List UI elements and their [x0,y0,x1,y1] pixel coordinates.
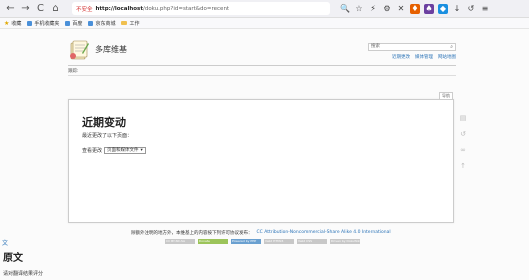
page-icon[interactable]: ▤ [459,114,467,122]
badge-css[interactable]: Valid CSS [297,239,327,244]
insecure-warning: 不安全 [76,6,93,13]
license-link[interactable]: CC Attribution-Noncommercial-Share Alike… [257,230,391,236]
bookmark-jd[interactable]: 京东商城 [88,20,115,27]
header-divider [68,65,456,66]
extensions-icon[interactable]: ⚙ [382,4,392,14]
badge-dokuwiki[interactable]: Driven by DokuWiki [330,239,360,244]
filter-label: 查看更改 [82,148,103,154]
page-tools: ▤ ↺ ∞ ↑ [459,114,467,170]
reload-icon[interactable]: C [34,2,47,15]
filter-select[interactable]: 页面和媒体文件 ▾ [104,147,146,154]
back-icon[interactable]: ← [4,2,17,15]
site-title[interactable]: 多库维基 [95,44,127,55]
badge-cc[interactable]: CC BY-NC-SA [165,239,195,244]
menu-icon[interactable]: ≡ [480,4,490,14]
link-sitemap[interactable]: 网站地图 [438,54,456,60]
link-media-manager[interactable]: 媒体管理 [415,54,433,60]
content-tab[interactable]: 导航 [439,92,453,100]
page-description: 最近更改了以下页面： [82,133,133,139]
zoom-icon[interactable]: 🔍 [340,4,350,14]
search-input[interactable]: 搜索 ⌕ [368,43,456,51]
badge-php[interactable]: Powered by PHP [231,239,261,244]
badge-donate[interactable]: Donate [198,239,228,244]
undo-icon[interactable]: ↺ [466,4,476,14]
site-icon [65,20,71,26]
link-recent-changes[interactable]: 近期更改 [392,54,410,60]
site-icon [27,20,33,26]
forward-icon[interactable]: → [19,2,32,15]
url-host: http://localhost [95,5,143,12]
download-icon[interactable]: ↓ [452,4,462,14]
changes-filter: 查看更改 页面和媒体文件 ▾ [82,147,146,154]
vpn-icon[interactable]: ✕ [396,4,406,14]
url-path: /doku.php?id=start&do=recent [142,5,230,12]
chevron-down-icon: ▾ [140,148,143,153]
address-bar[interactable]: 不安全 http://localhost /doku.php?id=start&… [72,2,330,15]
page-title: 近期变动 [82,116,126,129]
star-icon: ★ [4,19,10,27]
search-icon[interactable]: ⌕ [450,44,453,50]
extension-orange-icon[interactable]: ♦ [410,3,420,14]
wiki-header: 多库维基 搜索 ⌕ 近期更改 媒体管理 网站地图 [68,37,456,77]
translate-icon[interactable]: 文 [2,238,8,247]
bookmark-baidu[interactable]: 百度 [65,20,82,27]
history-icon[interactable]: ↺ [459,130,467,138]
bookmarks-bar: ★ 收藏 手机收藏夹 百度 京东商城 工作 [0,18,529,29]
breadcrumb: 跟踪: [68,69,79,74]
extension-blue-icon[interactable]: ◆ [438,3,448,14]
link-icon[interactable]: ∞ [459,146,467,154]
footer-badges: CC BY-NC-SA Donate Powered by PHP Valid … [165,239,360,244]
back-to-top-icon[interactable]: ↑ [459,162,467,170]
footer-text: 除额外注明的地方外，本维基上的内容按下列许可协议发布： [131,231,253,236]
original-text-title: 原文 [3,253,23,264]
home-icon[interactable]: ⌂ [49,2,62,15]
main-content: 导航 近期变动 最近更改了以下页面： 查看更改 页面和媒体文件 ▾ [68,92,454,223]
bolt-icon[interactable]: ⚡ [368,4,378,14]
badge-html5[interactable]: Valid HTML5 [264,239,294,244]
bookmark-work-folder[interactable]: 工作 [121,20,139,27]
site-icon [88,20,94,26]
folder-icon [121,21,128,25]
breadcrumb-divider [68,75,456,76]
bookmark-mobile[interactable]: 手机收藏夹 [27,20,59,27]
page: 多库维基 搜索 ⌕ 近期更改 媒体管理 网站地图 跟踪: 导航 近期变动 最近更… [0,29,529,280]
extension-purple-icon[interactable]: ♠ [424,3,434,14]
browser-toolbar: ← → C ⌂ 不安全 http://localhost /doku.php?i… [0,0,529,18]
bookmark-star-icon[interactable]: ☆ [354,4,364,14]
footer-license: 除额外注明的地方外，本维基上的内容按下列许可协议发布： CC Attributi… [131,230,391,236]
original-text-body: 请对翻译结果评分 [3,271,44,277]
user-links: 近期更改 媒体管理 网站地图 [392,54,456,60]
bookmark-favorites[interactable]: ★ 收藏 [4,20,21,27]
dokuwiki-logo-icon[interactable] [68,39,90,61]
